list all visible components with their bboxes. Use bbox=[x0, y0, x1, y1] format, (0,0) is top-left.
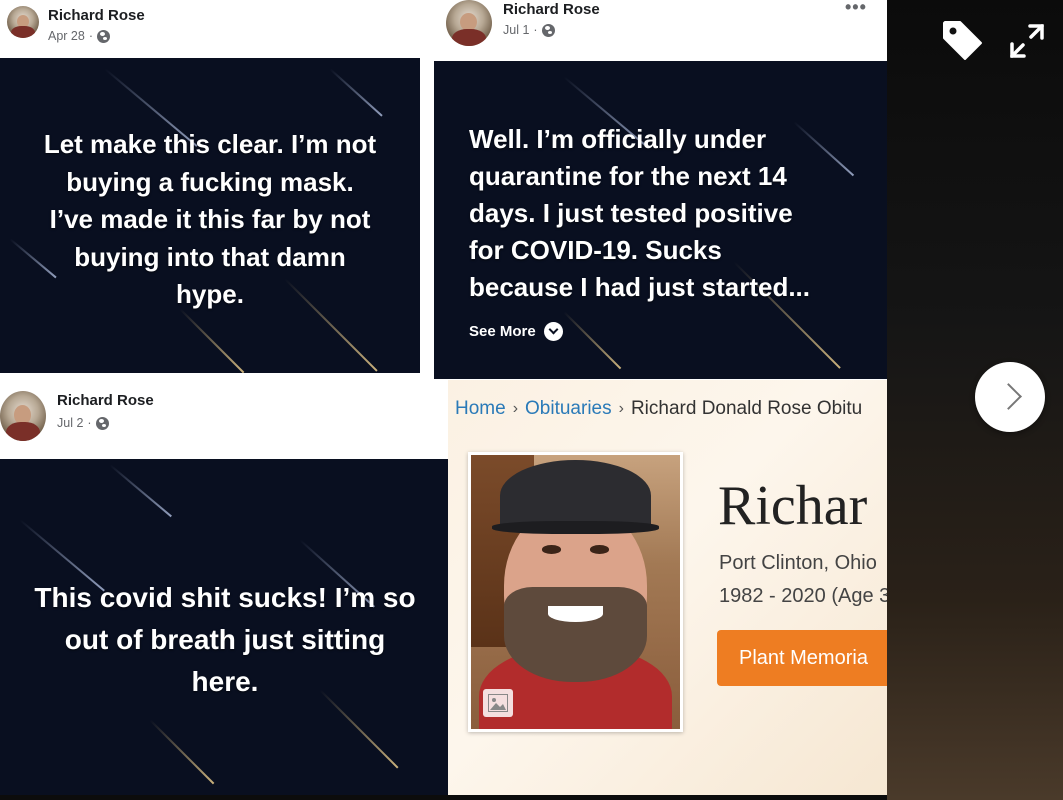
card-text-line: buying a fucking mask. bbox=[66, 166, 354, 197]
meta-separator: · bbox=[87, 416, 92, 430]
post-header: Richard Rose Apr 28 · bbox=[0, 0, 420, 58]
post-meta: Jul 1 · bbox=[503, 23, 555, 37]
more-options-icon[interactable]: ••• bbox=[845, 0, 867, 18]
card-text-line: days. I just tested positive bbox=[469, 198, 793, 228]
breadcrumb: Home › Obituaries › Richard Donald Rose … bbox=[455, 398, 862, 420]
card-text-line: hype. bbox=[176, 279, 244, 309]
breadcrumb-home[interactable]: Home bbox=[455, 398, 506, 420]
avatar bbox=[446, 0, 492, 46]
text-card: Well. I’m officially under quarantine fo… bbox=[434, 61, 887, 379]
bottom-strip bbox=[0, 795, 887, 800]
globe-icon bbox=[541, 23, 555, 37]
text-card: Let make this clear. I’m not buying a fu… bbox=[0, 58, 420, 373]
card-text-line: buying into that damn bbox=[74, 241, 346, 272]
meta-separator: · bbox=[88, 29, 94, 43]
card-text-line: quarantine for the next 14 bbox=[469, 161, 787, 191]
avatar bbox=[0, 391, 46, 441]
post-meta: Apr 28 · bbox=[48, 29, 111, 43]
meta-separator: · bbox=[533, 23, 538, 37]
photo-viewer: Richard Rose Apr 28 · Let make this clea… bbox=[0, 0, 1063, 800]
obituary-name: Richar bbox=[718, 475, 868, 537]
breadcrumb-separator: › bbox=[512, 400, 519, 417]
see-more-link[interactable]: See More bbox=[469, 322, 563, 341]
obituary-location: Port Clinton, Ohio bbox=[719, 552, 877, 574]
chevron-down-icon bbox=[543, 322, 563, 341]
post-date: Jul 2 bbox=[57, 416, 84, 430]
obituary-panel: Home › Obituaries › Richard Donald Rose … bbox=[448, 380, 887, 795]
text-card: This covid shit sucks! I’m so out of bre… bbox=[0, 459, 450, 795]
expand-icon[interactable] bbox=[1008, 22, 1046, 60]
card-text-line: Well. I’m officially under bbox=[469, 124, 767, 154]
card-text-line: I’ve made it this far by not bbox=[49, 204, 371, 234]
image-icon bbox=[483, 689, 513, 717]
post-meta: Jul 2 · bbox=[57, 416, 109, 430]
breadcrumb-current: Richard Donald Rose Obitu bbox=[630, 398, 863, 419]
author-name: Richard Rose bbox=[57, 392, 154, 409]
plant-memorial-tree-button[interactable]: Plant Memoria bbox=[717, 630, 887, 686]
post-jul-1: Richard Rose Jul 1 · ••• Well. I’m offic… bbox=[434, 0, 887, 379]
post-jul-2: Richard Rose Jul 2 · This covid shit suc… bbox=[0, 379, 450, 795]
tag-icon[interactable] bbox=[940, 18, 986, 64]
globe-icon bbox=[97, 29, 111, 43]
obituary-years: 1982 - 2020 (Age 3 bbox=[719, 585, 887, 607]
avatar bbox=[7, 6, 39, 38]
post-header: Richard Rose Jul 2 · bbox=[0, 379, 450, 459]
globe-icon bbox=[95, 416, 109, 430]
breadcrumb-separator: › bbox=[618, 400, 624, 417]
see-more-label: See More bbox=[469, 323, 536, 340]
post-header: Richard Rose Jul 1 · ••• bbox=[434, 0, 887, 61]
card-text-line: out of breath just sitting bbox=[64, 624, 386, 655]
obituary-photo[interactable] bbox=[468, 452, 683, 732]
card-text-line: here. bbox=[191, 666, 259, 697]
post-date: Apr 28 bbox=[48, 29, 85, 43]
card-text-line: because I had just started... bbox=[469, 272, 810, 302]
next-image-button[interactable] bbox=[975, 362, 1045, 432]
card-text-line: This covid shit sucks! I’m so bbox=[34, 582, 416, 613]
image-collage: Richard Rose Apr 28 · Let make this clea… bbox=[0, 0, 887, 795]
card-text-line: Let make this clear. I’m not bbox=[43, 129, 377, 159]
card-text-line: for COVID-19. Sucks bbox=[469, 235, 722, 265]
post-apr-28: Richard Rose Apr 28 · Let make this clea… bbox=[0, 0, 420, 373]
breadcrumb-obituaries[interactable]: Obituaries bbox=[525, 398, 612, 420]
author-name: Richard Rose bbox=[48, 7, 145, 24]
post-date: Jul 1 bbox=[503, 23, 530, 37]
author-name: Richard Rose bbox=[503, 1, 600, 18]
